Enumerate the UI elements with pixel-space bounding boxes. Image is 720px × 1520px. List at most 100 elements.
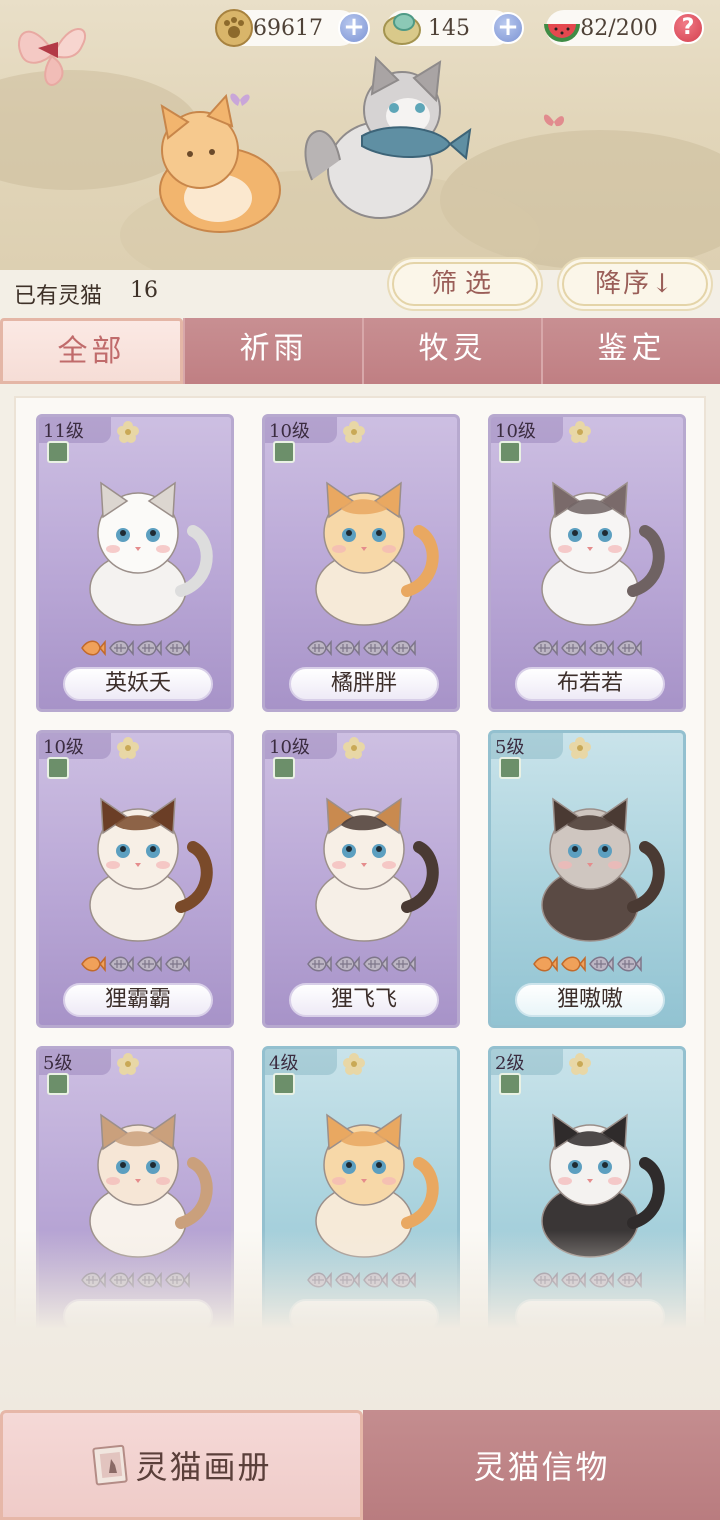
header-banner: 69617 + 145 + 82/200 ? [0,0,720,270]
cat-name-plate: 橘胖胖 [289,667,439,701]
jade-icon [383,13,421,45]
gold-fish-icon [81,639,106,657]
category-tabs: 全部 祈雨 牧灵 鉴定 [0,318,720,384]
cat-name: 狸嗷嗷 [556,987,623,1012]
fish-bone-icon [533,639,558,657]
fish-rating [39,953,231,975]
fish-bone-icon [137,639,162,657]
fish-bone-icon [391,639,416,657]
add-jade-button[interactable]: + [492,12,524,44]
sprout-badge-icon [273,757,295,779]
add-paw-coin-button[interactable]: + [338,12,370,44]
fish-bone-icon [391,955,416,973]
gold-fish-icon [561,955,586,973]
flower-emblem-icon [343,1053,365,1075]
flower-emblem-icon [343,421,365,443]
flower-emblem-icon [569,421,591,443]
cat-name-plate: 布若若 [515,667,665,701]
fish-rating [39,637,231,659]
flower-emblem-icon [569,1053,591,1075]
flower-emblem-icon [117,737,139,759]
fish-bone-icon [109,639,134,657]
watermelon-icon [544,24,580,42]
cat-portrait [541,797,665,942]
cat-name-plate: 狸嗷嗷 [515,983,665,1017]
album-icon [92,1444,129,1486]
jade-counter: 145 + [383,10,524,46]
tab-herd[interactable]: 牧灵 [362,318,541,384]
fish-bone-icon [109,955,134,973]
paw-coin-icon [215,9,253,47]
cat-level: 4级 [269,1053,299,1074]
fish-bone-icon [307,955,332,973]
tab-label: 牧灵 [418,331,487,366]
owned-label: 已有灵猫 [14,284,103,309]
sprout-badge-icon [47,757,69,779]
fish-bone-icon [335,639,360,657]
cat-name-plate: 狸飞飞 [289,983,439,1017]
cat-card[interactable]: 10级 [488,414,686,712]
flower-emblem-icon [117,1053,139,1075]
pink-butterfly-icon [543,114,565,127]
fish-bone-icon [307,639,332,657]
fish-bone-icon [617,639,642,657]
owned-cats-summary: 已有灵猫 16 [14,278,158,310]
cat-level: 10级 [269,737,310,758]
back-button[interactable] [8,6,104,102]
cat-level: 10级 [43,737,84,758]
gold-fish-icon [533,955,558,973]
sprout-badge-icon [499,757,521,779]
fish-bone-icon [363,955,388,973]
owned-count: 16 [130,278,159,303]
cat-portrait [89,481,213,626]
tab-label: 全部 [57,334,126,369]
cat-card[interactable]: 10级 [262,730,460,1028]
filter-button[interactable]: 筛选 [392,262,538,306]
cat-level: 2级 [495,1053,525,1074]
filter-label: 筛选 [430,269,499,299]
cat-level: 5级 [495,737,525,758]
tab-cat-album[interactable]: 灵猫画册 [0,1410,363,1520]
cat-portrait [541,481,665,626]
flower-emblem-icon [117,421,139,443]
tab-all[interactable]: 全部 [0,318,183,384]
sprout-badge-icon [499,1073,521,1095]
fish-rating [491,953,683,975]
bottom-tab-label: 灵猫信物 [473,1448,610,1486]
cat-name-plate: 英妖夭 [63,667,213,701]
fish-rating [265,637,457,659]
fish-bone-icon [165,955,190,973]
fish-bone-icon [589,955,614,973]
cat-card[interactable]: 5级 [488,730,686,1028]
cat-card[interactable]: 10级 [36,730,234,1028]
tab-label: 祈雨 [239,331,308,366]
fish-rating [491,637,683,659]
cat-card[interactable]: 11级 英妖夭 [36,414,234,712]
butterfly-back-icon [17,28,87,86]
fish-bone-icon [335,955,360,973]
sprout-badge-icon [273,1073,295,1095]
sort-button[interactable]: 降序↓ [562,262,708,306]
cat-name: 橘胖胖 [330,671,397,696]
sprout-badge-icon [47,1073,69,1095]
stamina-counter: 82/200 ? [544,10,704,46]
cat-level: 10级 [495,421,536,442]
stamina-help-button[interactable]: ? [672,12,704,44]
flower-emblem-icon [343,737,365,759]
gold-fish-icon [81,955,106,973]
paw-coin-counter: 69617 + [215,9,370,47]
cat-card[interactable]: 10级 [262,414,460,712]
tab-cat-tokens[interactable]: 灵猫信物 [363,1410,720,1520]
sprout-badge-icon [47,441,69,463]
sprout-badge-icon [499,441,521,463]
fish-bone-icon [589,639,614,657]
tab-pray-rain[interactable]: 祈雨 [183,318,362,384]
bottom-tab-label: 灵猫画册 [135,1448,272,1486]
cat-level: 10级 [269,421,310,442]
cat-level: 11级 [43,421,84,442]
banner-cats-illustration [159,55,472,233]
cat-name: 英妖夭 [104,671,171,696]
tab-appraise[interactable]: 鉴定 [541,318,720,384]
cat-portrait [315,481,439,626]
fish-bone-icon [137,955,162,973]
